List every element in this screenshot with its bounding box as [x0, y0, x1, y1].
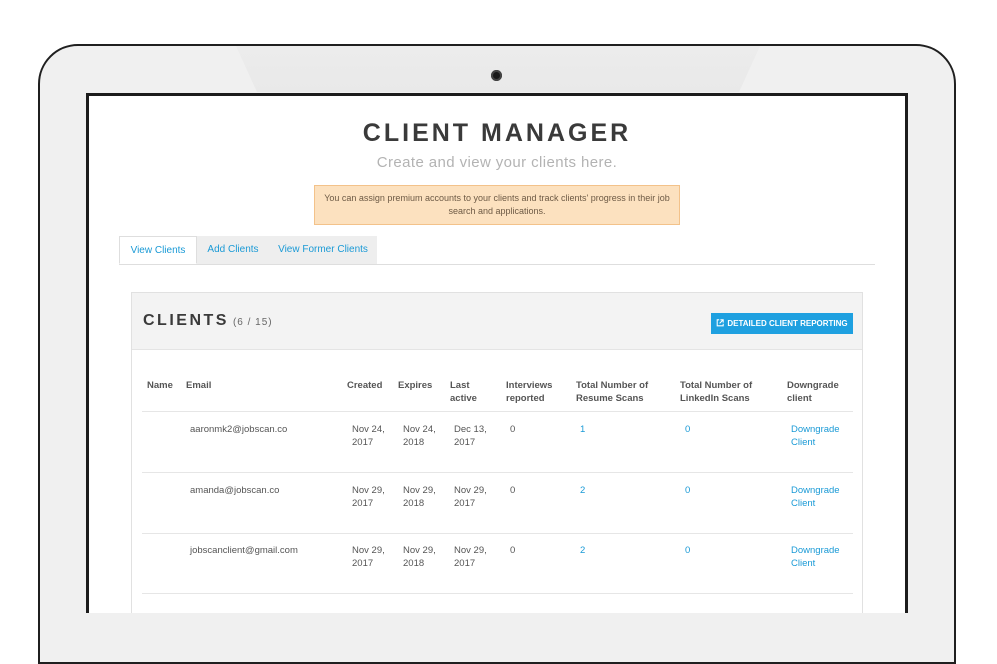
clients-panel: CLIENTS (6 / 15) DETAILED CLIENT REPORTIN… [131, 292, 863, 613]
resume-scans-link[interactable]: 1 [580, 423, 585, 436]
row-divider [142, 472, 853, 473]
cell-interviews: 0 [510, 485, 516, 496]
cell-last-active: Nov 29, 2017 [454, 485, 487, 509]
cell-interviews: 0 [510, 424, 516, 435]
resume-scans-link[interactable]: 2 [580, 484, 585, 497]
report-button-label: DETAILED CLIENT REPORTING [727, 319, 848, 328]
tab-view-former-clients[interactable]: View Former Clients [269, 236, 377, 264]
cell-expires: Nov 29, 2018 [403, 545, 436, 569]
laptop-screen: CLIENT MANAGER Create and view your clie… [86, 93, 908, 613]
cell-interviews: 0 [510, 545, 516, 556]
downgrade-client-link[interactable]: Downgrade Client [791, 544, 851, 570]
camera-icon [491, 70, 502, 81]
cell-expires: Nov 29, 2018 [403, 485, 436, 509]
resume-scans-link[interactable]: 2 [580, 544, 585, 557]
header-linkedin-scans: Total Number of LinkedIn Scans [680, 380, 753, 404]
cell-created: Nov 24, 2017 [352, 424, 385, 448]
cell-expires: Nov 24, 2018 [403, 424, 436, 448]
header-resume-scans: Total Number of Resume Scans [576, 380, 649, 404]
header-divider [142, 411, 853, 412]
detailed-client-reporting-button[interactable]: DETAILED CLIENT REPORTING [711, 313, 853, 334]
header-downgrade-client: Downgrade client [787, 380, 839, 404]
cell-created: Nov 29, 2017 [352, 545, 385, 569]
header-email: Email [186, 380, 212, 391]
laptop-bezel-gloss [236, 46, 760, 92]
cell-created: Nov 29, 2017 [352, 485, 385, 509]
tab-add-clients[interactable]: Add Clients [197, 236, 269, 264]
header-last-active: Last active [450, 380, 477, 404]
clients-heading: CLIENTS (6 / 15) [143, 312, 273, 330]
header-created: Created [347, 380, 383, 391]
cell-last-active: Nov 29, 2017 [454, 545, 487, 569]
row-divider [142, 593, 853, 594]
downgrade-client-link[interactable]: Downgrade Client [791, 484, 851, 510]
clients-count: (6 / 15) [232, 317, 273, 328]
tab-view-clients[interactable]: View Clients [119, 236, 197, 264]
external-link-icon [717, 319, 725, 327]
row-divider [142, 533, 853, 534]
linkedin-scans-link[interactable]: 0 [685, 544, 690, 557]
client-tabs: View Clients Add Clients View Former Cli… [119, 236, 875, 265]
cell-email: jobscanclient@gmail.com [190, 545, 298, 556]
header-expires: Expires [398, 380, 433, 391]
header-interviews-reported: Interviews reported [506, 380, 553, 404]
cell-last-active: Dec 13, 2017 [454, 424, 487, 448]
linkedin-scans-link[interactable]: 0 [685, 484, 690, 497]
header-name: Name [147, 380, 173, 391]
cell-email: amanda@jobscan.co [190, 485, 280, 496]
cell-email: aaronmk2@jobscan.co [190, 424, 288, 435]
info-notice: You can assign premium accounts to your … [314, 185, 680, 225]
page-subtitle: Create and view your clients here. [376, 154, 618, 171]
page-title: CLIENT MANAGER [362, 119, 632, 147]
clients-title: CLIENTS [143, 312, 229, 329]
clients-panel-header: CLIENTS (6 / 15) DETAILED CLIENT REPORTIN… [132, 293, 862, 350]
linkedin-scans-link[interactable]: 0 [685, 423, 690, 436]
app-window: CLIENT MANAGER Create and view your clie… [89, 96, 905, 613]
downgrade-client-link[interactable]: Downgrade Client [791, 423, 851, 449]
